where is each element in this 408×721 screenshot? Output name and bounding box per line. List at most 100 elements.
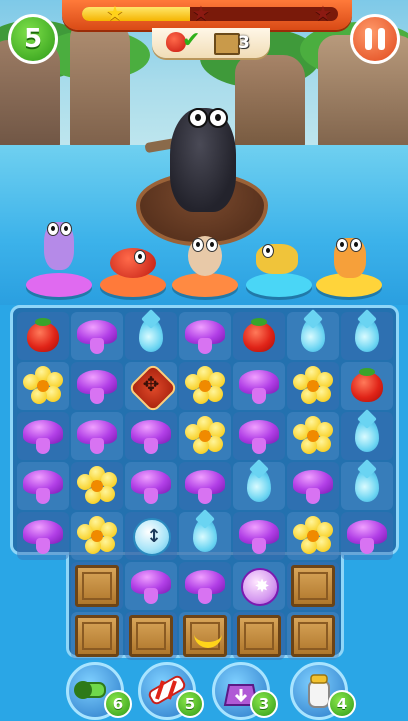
pause-icon [378,28,385,50]
board-cell[interactable] [179,512,231,560]
board-cell[interactable] [71,562,123,610]
board-cell[interactable] [179,362,231,410]
crate-piece [127,613,175,659]
board-cell[interactable] [287,562,339,610]
critter-eye [134,250,146,264]
board-cell[interactable] [233,312,285,360]
board-cell[interactable] [287,462,339,510]
board-cell[interactable] [71,512,123,560]
mushroom-piece [293,466,333,506]
board-cell[interactable] [287,612,339,660]
weight-count: 3 [250,690,278,718]
mushroom-piece [23,416,63,456]
mushroom-piece [23,516,63,556]
crate-goal-icon [214,33,240,55]
rock-cliff [235,55,305,150]
mushroom-piece [347,516,387,556]
board-cell[interactable] [125,312,177,360]
board-cell[interactable] [125,412,177,460]
score-progress-fill [82,7,190,21]
board-cell[interactable] [341,312,393,360]
board-cell[interactable] [287,312,339,360]
board-cell[interactable] [17,362,69,410]
blaster-count: 6 [104,690,132,718]
mushroom-piece [239,416,279,456]
flower-piece [293,366,333,406]
rock-cliff [70,20,130,150]
critter-pad-purple [26,273,92,297]
flower-piece [185,416,225,456]
water-drop-piece [239,466,279,506]
board-cell[interactable] [179,412,231,460]
board-cell[interactable] [17,412,69,460]
board-cell[interactable] [341,512,393,560]
crate-piece [235,613,283,659]
mushroom-piece [23,466,63,506]
board-cell[interactable] [71,362,123,410]
star-2-icon: ★ [192,1,210,25]
board-cell[interactable]: ✥ [125,362,179,414]
board-cell[interactable] [125,612,177,660]
board-cell[interactable] [233,362,285,410]
crate-piece [73,613,121,659]
crate-goal-count: 3 [238,33,250,53]
board-cell[interactable] [71,312,123,360]
villain-eye [208,108,228,128]
board-cell[interactable] [17,462,69,510]
mushroom-piece [185,316,225,356]
board-cell[interactable] [287,412,339,460]
mushroom-piece [185,466,225,506]
board-cell[interactable] [341,412,393,460]
strawberry-piece [23,316,63,356]
banana-crate-piece [181,613,229,659]
board-cell[interactable] [233,612,285,660]
flower-piece [293,416,333,456]
water-drop-piece [185,516,225,556]
board-cell[interactable] [287,512,339,560]
star-1-icon: ★ [106,1,124,25]
mushroom-piece [77,316,117,356]
board-cell[interactable] [233,512,285,560]
star-3-icon: ★ [314,1,332,25]
board-cell[interactable] [71,612,123,660]
board-cell[interactable] [17,512,69,560]
crate-piece [73,563,121,609]
water-drop-piece [131,316,171,356]
burst-bubble-bomb-piece: ✸ [239,566,279,606]
water-drop-piece [347,316,387,356]
pause-button[interactable] [350,14,400,64]
critter-eye [60,222,72,236]
mushroom-piece [239,366,279,406]
crate-piece [289,613,337,659]
board-cell[interactable]: ✸ [233,562,285,610]
board-cell[interactable] [125,562,177,610]
salt-shaker-count: 4 [328,690,356,718]
crate-piece [289,563,337,609]
ladybug-critter [110,248,156,278]
board-cell[interactable] [341,462,393,510]
board-cell[interactable] [71,412,123,460]
critter-eye [350,238,362,252]
board-cell[interactable] [233,462,285,510]
vertical-bubble-bomb-piece: ↕ [131,516,171,556]
board-cell[interactable] [341,362,393,410]
board-cell[interactable] [179,312,231,360]
flower-piece [77,466,117,506]
bomb-piece: ✥ [127,362,179,414]
board-cell[interactable] [71,462,123,510]
strawberry-piece [347,366,387,406]
board-cell[interactable] [287,362,339,410]
board-cell[interactable] [179,562,231,610]
board-cell[interactable] [17,312,69,360]
board-cell[interactable]: ↕ [125,512,177,560]
checkmark-icon: ✔ [182,28,201,53]
critter-eye [262,244,274,258]
goals-panel: ✔ 3 [152,28,270,58]
board-cell[interactable] [179,462,231,510]
mushroom-piece [77,366,117,406]
board-cell[interactable] [125,462,177,510]
mushroom-piece [185,566,225,606]
board-cell[interactable] [233,412,285,460]
board-cell[interactable] [179,612,231,660]
mushroom-piece [131,566,171,606]
